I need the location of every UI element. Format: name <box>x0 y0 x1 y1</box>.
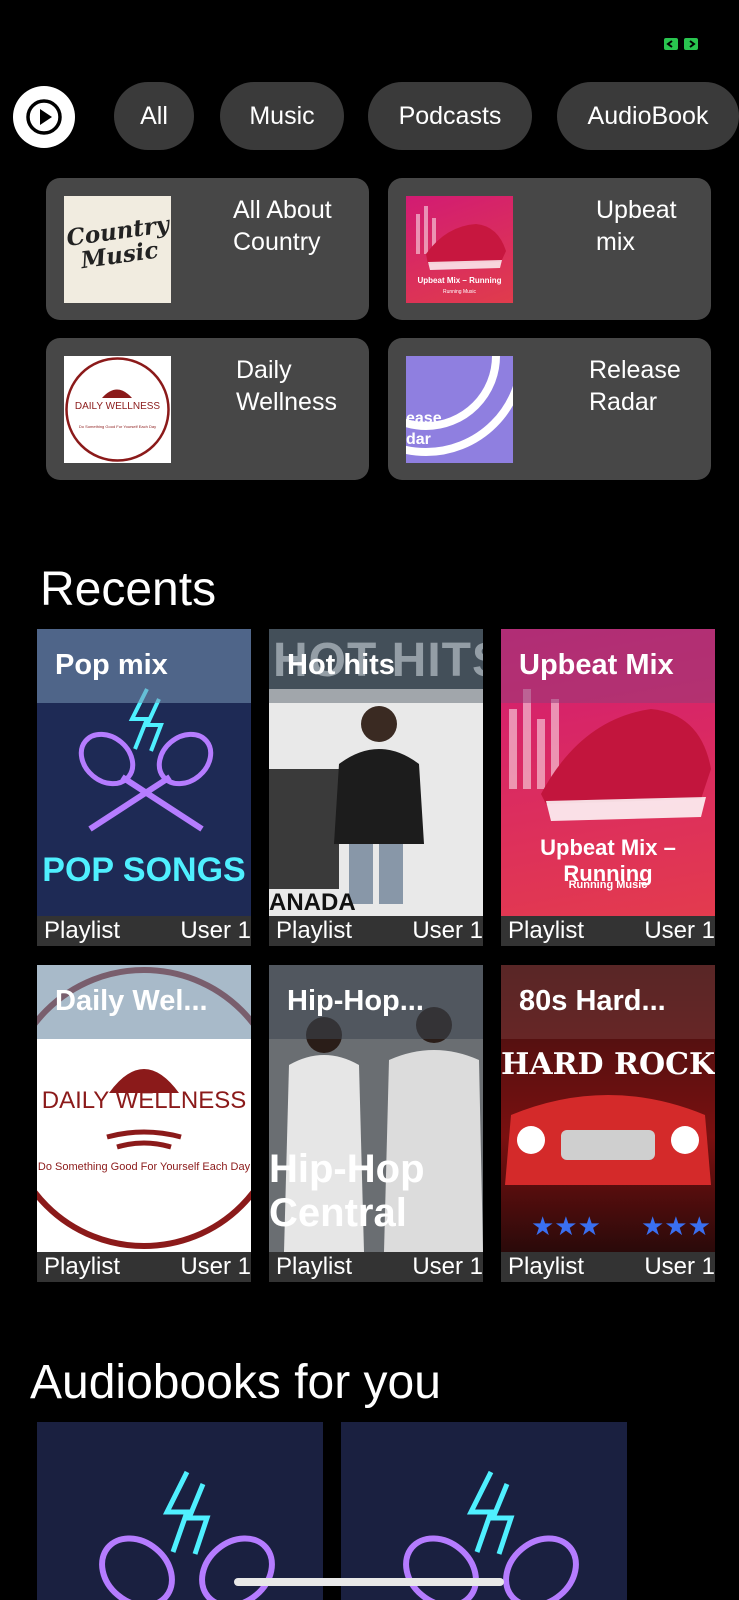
tile-owner: User 1 <box>412 917 483 944</box>
daily-wellness-art: DAILY WELLNESS Do Something Good For You… <box>64 356 171 463</box>
tile-type: Playlist <box>276 1253 353 1280</box>
tile-title: Daily Wel... <box>55 985 208 1017</box>
crossed-microphones-icon <box>99 1470 275 1600</box>
audiobook-card[interactable] <box>37 1422 323 1600</box>
recent-tile-hip-hop[interactable]: Hip-Hop Central Hip-Hop... Playlist User… <box>269 965 483 1282</box>
recent-tile-daily-wellness[interactable]: DAILY WELLNESS Do Something Good For You… <box>37 965 251 1282</box>
upbeat-mix-art: Upbeat Mix – Running Running Music <box>406 196 513 303</box>
tile-title: Hip-Hop... <box>287 985 424 1017</box>
tile-owner: User 1 <box>644 1253 715 1280</box>
tile-owner: User 1 <box>644 917 715 944</box>
tile-title: Hot hits <box>287 649 395 681</box>
recent-tile-pop-mix[interactable]: POP SONGS Pop mix Playlist User 1 <box>37 629 251 946</box>
play-icon <box>26 99 62 135</box>
tile-owner: User 1 <box>180 917 251 944</box>
recents-title: Recents <box>40 563 217 616</box>
shortcut-title: All About Country <box>233 196 332 256</box>
tile-type: Playlist <box>508 917 585 944</box>
recent-tile-upbeat-mix[interactable]: Upbeat Mix – Running Running Music Upbea… <box>501 629 715 946</box>
crossed-microphones-icon <box>403 1470 579 1600</box>
filter-chip-all[interactable]: All <box>114 82 194 150</box>
battery-icon <box>664 38 698 50</box>
tile-title: 80s Hard... <box>519 985 666 1017</box>
shortcut-title: Daily Wellness <box>236 356 337 416</box>
recent-tile-hot-hits[interactable]: HOT HITS ANADA Hot hits Playlist User 1 <box>269 629 483 946</box>
svg-text:★★★: ★★★ <box>641 1212 711 1242</box>
release-radar-art: ease dar <box>406 356 513 463</box>
filter-chip-podcasts[interactable]: Podcasts <box>368 82 532 150</box>
country-music-art: Country Music <box>64 196 171 303</box>
tile-type: Playlist <box>44 917 121 944</box>
tile-type: Playlist <box>276 917 353 944</box>
home-indicator[interactable] <box>234 1578 504 1586</box>
shortcut-title: Upbeat mix <box>596 196 677 256</box>
tile-title: Pop mix <box>55 649 168 681</box>
tile-owner: User 1 <box>412 1253 483 1280</box>
audiobooks-title: Audiobooks for you <box>30 1356 441 1409</box>
tile-title: Upbeat Mix <box>519 649 674 681</box>
tile-owner: User 1 <box>180 1253 251 1280</box>
shortcut-card-upbeat[interactable]: Upbeat Mix – Running Running Music Upbea… <box>388 178 711 320</box>
shortcut-card-release-radar[interactable]: ease dar Release Radar <box>388 338 711 480</box>
play-button[interactable] <box>13 86 75 148</box>
svg-text:★★★: ★★★ <box>531 1212 601 1242</box>
filter-chip-audiobook[interactable]: AudioBook <box>557 82 739 150</box>
tile-type: Playlist <box>508 1253 585 1280</box>
shortcut-card-country[interactable]: Country Music All About Country <box>46 178 369 320</box>
recent-tile-80s-hard-rock[interactable]: ★★★ ★★★ HARD ROCK HITS 80s Hard... Playl… <box>501 965 715 1282</box>
filter-chip-music[interactable]: Music <box>220 82 344 150</box>
shortcut-title: Release Radar <box>589 356 681 416</box>
tile-type: Playlist <box>44 1253 121 1280</box>
shoe-art-icon <box>416 206 506 270</box>
shortcut-card-wellness[interactable]: DAILY WELLNESS Do Something Good For You… <box>46 338 369 480</box>
audiobook-card[interactable] <box>341 1422 627 1600</box>
